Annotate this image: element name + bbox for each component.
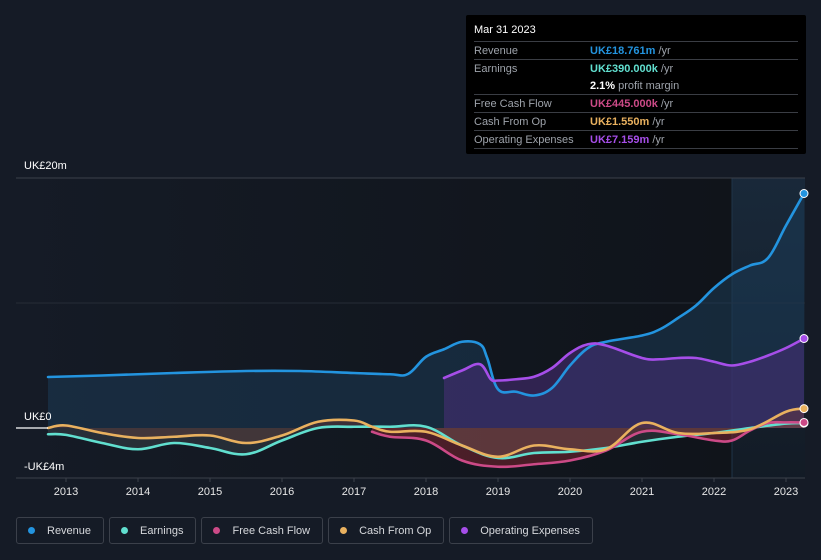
y-axis-label: UK£20m xyxy=(24,160,67,172)
legend-dot-icon xyxy=(121,527,129,534)
tooltip-unit: /yr xyxy=(658,44,671,57)
tooltip-label: Free Cash Flow xyxy=(474,97,552,110)
tooltip-date: Mar 31 2023 xyxy=(474,24,798,42)
y-axis-label: -UK£4m xyxy=(24,461,64,473)
tooltip-value: UK£7.159m xyxy=(590,133,650,146)
tooltip-row-free-cash-flow: Free Cash Flow UK£445.000k /yr xyxy=(474,95,798,113)
tooltip-unit: /yr xyxy=(660,97,674,110)
tooltip-unit: /yr xyxy=(660,62,674,75)
x-tick-label: 2013 xyxy=(54,486,78,498)
x-tick-label: 2015 xyxy=(198,486,222,498)
endpoint-cash-from-op xyxy=(799,404,809,414)
legend-item-cash-from-op[interactable]: Cash From Op xyxy=(328,517,445,544)
endpoint-free-cash-flow xyxy=(799,417,809,427)
tooltip-row-operating-expenses: Operating Expenses UK£7.159m /yr xyxy=(474,131,798,149)
legend-label: Operating Expenses xyxy=(480,524,580,537)
legend-dot-icon xyxy=(28,527,35,534)
tooltip-label: Operating Expenses xyxy=(474,133,574,146)
tooltip-unit: /yr xyxy=(652,133,665,146)
tooltip-row-profit-margin: 2.1% profit margin xyxy=(474,77,798,95)
tooltip-row-cash-from-op: Cash From Op UK£1.550m /yr xyxy=(474,113,798,131)
tooltip-label: Earnings xyxy=(474,62,518,75)
tooltip-panel: Mar 31 2023 Revenue UK£18.761m /yr Earni… xyxy=(466,15,806,154)
legend-dot-icon xyxy=(340,527,348,534)
x-tick-label: 2019 xyxy=(486,486,510,498)
legend-label: Revenue xyxy=(47,524,92,537)
x-tick-label: 2023 xyxy=(774,486,798,498)
endpoint-operating-expenses xyxy=(799,334,809,343)
tooltip-label: Revenue xyxy=(474,44,519,57)
legend-item-free-cash-flow[interactable]: Free Cash Flow xyxy=(201,517,324,544)
endpoint-revenue xyxy=(799,189,809,198)
tooltip-row-earnings: Earnings UK£390.000k /yr xyxy=(474,60,798,77)
legend-label: Earnings xyxy=(140,524,184,537)
tooltip-value: UK£445.000k xyxy=(590,97,658,110)
tooltip-unit: profit margin xyxy=(618,79,680,92)
tooltip-unit: /yr xyxy=(652,115,665,128)
x-tick-label: 2022 xyxy=(702,486,726,498)
x-tick-label: 2016 xyxy=(270,486,294,498)
x-tick-label: 2021 xyxy=(630,486,654,498)
tooltip-value: UK£1.550m xyxy=(590,115,650,128)
y-axis-label: UK£0 xyxy=(24,411,52,423)
legend-item-revenue[interactable]: Revenue xyxy=(16,517,105,544)
tooltip-value: UK£390.000k xyxy=(590,62,658,75)
x-tick-label: 2020 xyxy=(558,486,582,498)
legend-dot-icon xyxy=(213,527,221,534)
tooltip-row-revenue: Revenue UK£18.761m /yr xyxy=(474,42,798,60)
x-tick-label: 2018 xyxy=(414,486,438,498)
legend-label: Cash From Op xyxy=(359,524,432,537)
x-tick-label: 2014 xyxy=(126,486,150,498)
legend-label: Free Cash Flow xyxy=(232,524,311,537)
legend-item-earnings[interactable]: Earnings xyxy=(109,517,197,544)
legend: Revenue Earnings Free Cash Flow Cash Fro… xyxy=(16,517,593,544)
tooltip-label: Cash From Op xyxy=(474,115,547,128)
tooltip-value: 2.1% xyxy=(590,79,616,92)
tooltip-value: UK£18.761m xyxy=(590,44,656,57)
legend-dot-icon xyxy=(461,527,469,534)
legend-item-operating-expenses[interactable]: Operating Expenses xyxy=(449,517,593,544)
x-tick-label: 2017 xyxy=(342,486,366,498)
